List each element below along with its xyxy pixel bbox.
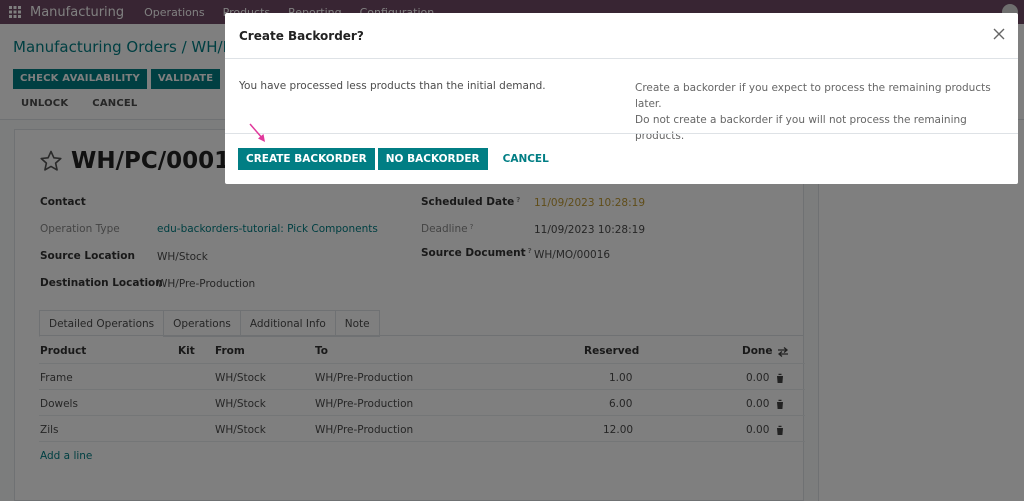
create-backorder-button[interactable]: CREATE BACKORDER bbox=[238, 148, 375, 170]
dialog-title: Create Backorder? bbox=[239, 29, 364, 43]
dialog-hint-line-2: Do not create a backorder if you will no… bbox=[635, 114, 967, 142]
create-backorder-dialog: Create Backorder? You have processed les… bbox=[225, 13, 1018, 184]
dialog-footer-divider bbox=[225, 133, 1018, 134]
dialog-footer: CREATE BACKORDER NO BACKORDER CANCEL bbox=[238, 148, 561, 170]
dialog-hint-line-1: Create a backorder if you expect to proc… bbox=[635, 82, 991, 110]
dialog-header-divider bbox=[225, 58, 1018, 59]
close-icon[interactable] bbox=[993, 28, 1005, 40]
pointer-arrow-icon bbox=[249, 123, 265, 142]
dialog-hint: Create a backorder if you expect to proc… bbox=[635, 80, 1018, 144]
dialog-cancel-button[interactable]: CANCEL bbox=[491, 148, 561, 170]
no-backorder-button[interactable]: NO BACKORDER bbox=[377, 148, 488, 170]
dialog-message: You have processed less products than th… bbox=[239, 80, 546, 92]
